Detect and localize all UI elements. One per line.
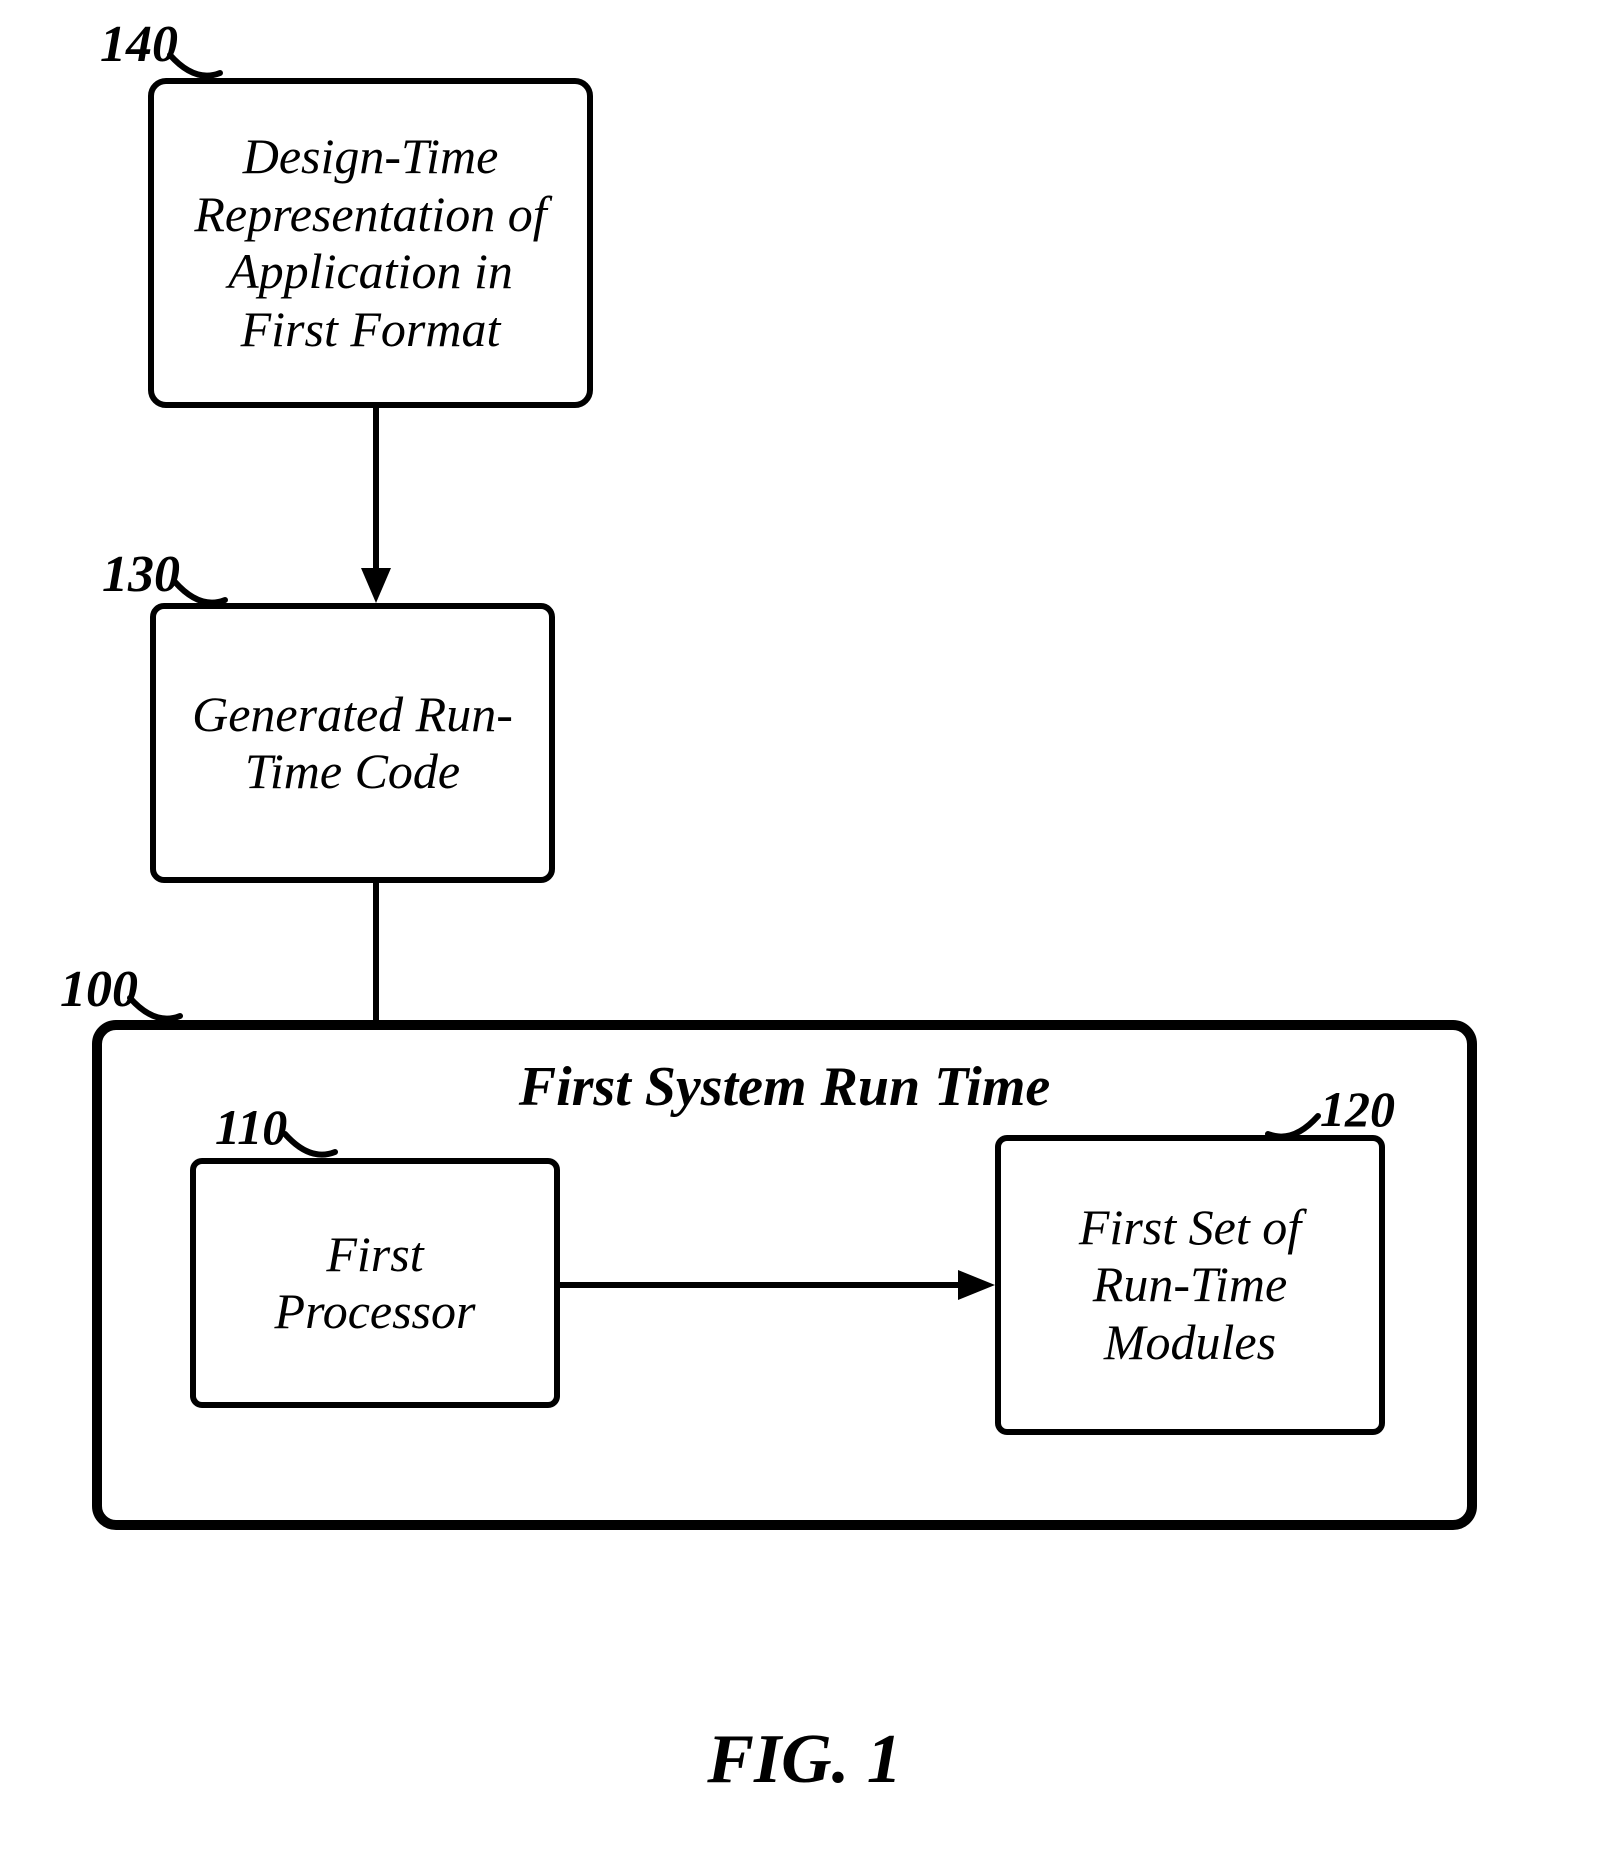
label-140-tick (170, 55, 230, 95)
label-130-tick (175, 582, 235, 622)
label-100-tick (130, 998, 190, 1038)
figure-caption: FIG. 1 (0, 1720, 1609, 1800)
label-110: 110 (215, 1098, 287, 1156)
label-140: 140 (100, 15, 178, 74)
box-140-text: Design-Time Representation of Applicatio… (154, 128, 587, 358)
box-first-set-runtime-modules: First Set of Run-Time Modules (995, 1135, 1385, 1435)
box-generated-runtime-code: Generated Run-Time Code (150, 603, 555, 883)
label-110-tick (285, 1134, 345, 1174)
label-130: 130 (102, 545, 180, 604)
label-100: 100 (60, 960, 138, 1019)
label-120-tick (1268, 1116, 1328, 1156)
box-first-processor: First Processor (190, 1158, 560, 1408)
box-design-time-rep: Design-Time Representation of Applicatio… (148, 78, 593, 408)
arrow-110-to-120 (560, 1265, 1000, 1305)
box-100-title: First System Run Time (102, 1055, 1467, 1119)
box-110-text: First Processor (196, 1226, 554, 1341)
box-120-text: First Set of Run-Time Modules (1001, 1199, 1379, 1372)
label-120: 120 (1320, 1080, 1395, 1138)
box-130-text: Generated Run-Time Code (156, 686, 549, 801)
arrow-140-to-130 (356, 408, 396, 608)
